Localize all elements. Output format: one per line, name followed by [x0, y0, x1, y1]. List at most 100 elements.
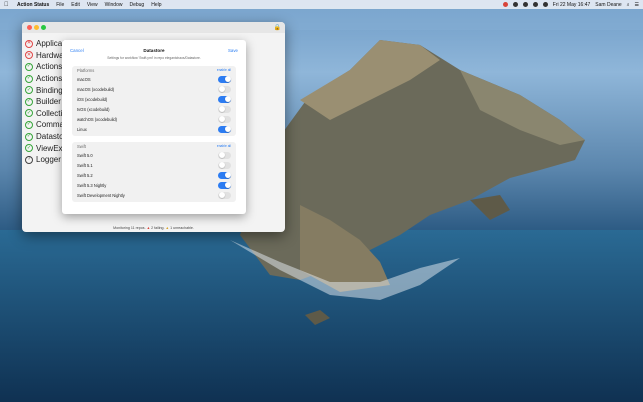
swift-option-toggle[interactable] — [218, 191, 231, 199]
menu-bar:  Action Status File Edit View Window De… — [0, 0, 643, 9]
toggle-knob — [218, 152, 225, 158]
platforms-option-row: macOS (xcodebuild) — [72, 84, 236, 94]
close-window-button[interactable] — [27, 25, 32, 30]
platforms-option-label: macOS (xcodebuild) — [77, 86, 115, 92]
lock-icon[interactable]: 🔒 — [274, 24, 281, 31]
swift-option-label: Swift 5.1 — [77, 162, 93, 168]
notification-center-icon[interactable]: ☰ — [635, 2, 639, 8]
passing-status-icon: ✓ — [25, 132, 33, 141]
swift-option-toggle[interactable] — [218, 161, 231, 169]
wifi-icon[interactable] — [532, 2, 538, 7]
menu-app-name[interactable]: Action Status — [17, 2, 49, 8]
footer-monitoring: Monitoring 11 repos. — [113, 226, 146, 230]
sheet-title: Datastore — [143, 48, 165, 53]
menu-edit[interactable]: Edit — [71, 2, 80, 8]
status-area: Fri 22 May 16:47 Sam Deane ⌕ ☰ — [502, 2, 639, 8]
swift-option-label: Swift 5.3 Nightly — [77, 182, 107, 188]
swift-enable-all-button[interactable]: enable all — [217, 144, 231, 148]
menu-help[interactable]: Help — [151, 2, 161, 8]
swift-group-header: Swift enable all — [72, 142, 236, 150]
swift-option-row: Swift 5.2 — [72, 170, 236, 180]
toggle-knob — [218, 162, 225, 168]
action-name: Applicat — [36, 39, 65, 49]
action-name: Logger — [36, 155, 61, 165]
menu-view[interactable]: View — [87, 2, 98, 8]
swift-option-row: Swift 5.3 Nightly — [72, 180, 236, 190]
platforms-option-row: tvOS (xcodebuild) — [72, 104, 236, 114]
swift-option-row: Swift 5.0 — [72, 150, 236, 160]
swift-options: Swift 5.0 Swift 5.1 Swift 5.2 Swift 5.3 Nig… — [72, 150, 236, 200]
menu-clock[interactable]: Fri 22 May 16:47 — [553, 2, 591, 8]
failing-status-icon: ✕ — [25, 39, 33, 48]
passing-status-icon: ✓ — [25, 74, 33, 83]
sheet-subtitle: Settings for workflow 'Swift.yml' in rep… — [107, 56, 201, 60]
platforms-option-row: macOS — [72, 74, 236, 84]
platforms-group-header: Platforms enable all — [72, 66, 236, 74]
swift-option-label: Swift 5.2 — [77, 172, 93, 178]
volume-icon[interactable] — [542, 2, 548, 7]
toggle-knob — [218, 116, 225, 122]
swift-option-label: Swift Development Nightly — [77, 192, 125, 198]
platforms-option-toggle[interactable] — [218, 85, 231, 93]
platforms-option-label: macOS — [77, 76, 91, 82]
menu-user[interactable]: Sam Deane — [595, 2, 621, 8]
platforms-option-toggle[interactable] — [218, 105, 231, 113]
swift-option-toggle[interactable] — [218, 151, 231, 159]
footer-failing: 2 failing. — [151, 226, 165, 230]
platforms-option-row: watchOS (xcodebuild) — [72, 114, 236, 124]
passing-status-icon: ✓ — [25, 144, 33, 153]
sheet-header: Cancel Datastore Save Settings for workf… — [62, 40, 246, 60]
dropbox-icon[interactable] — [522, 2, 528, 7]
swift-option-label: Swift 5.0 — [77, 152, 93, 158]
passing-status-icon: ✓ — [25, 97, 33, 106]
platforms-option-toggle[interactable] — [218, 75, 231, 83]
unreachable-icon: ▲ — [165, 226, 170, 230]
passing-status-icon: ✓ — [25, 86, 33, 95]
toggle-knob — [218, 192, 225, 198]
swift-option-toggle[interactable] — [218, 181, 231, 189]
status-footer: Monitoring 11 repos. ▲ 2 failing. ▲ 1 un… — [22, 226, 285, 230]
platforms-option-toggle[interactable] — [218, 125, 231, 133]
apple-menu-icon[interactable]:  — [4, 2, 10, 8]
platforms-option-label: tvOS (xcodebuild) — [77, 106, 110, 112]
minimize-window-button[interactable] — [34, 25, 39, 30]
settings-sheet: Cancel Datastore Save Settings for workf… — [62, 40, 246, 214]
zoom-window-button[interactable] — [41, 25, 46, 30]
swift-option-row: Swift 5.1 — [72, 160, 236, 170]
platforms-title: Platforms — [77, 68, 95, 73]
platforms-option-toggle[interactable] — [218, 95, 231, 103]
spotlight-icon[interactable]: ⌕ — [627, 2, 630, 8]
platforms-option-row: iOS (xcodebuild) — [72, 94, 236, 104]
platforms-option-label: watchOS (xcodebuild) — [77, 116, 118, 122]
menu-debug[interactable]: Debug — [129, 2, 144, 8]
platforms-option-label: iOS (xcodebuild) — [77, 96, 108, 102]
swift-option-row: Swift Development Nightly — [72, 190, 236, 200]
passing-status-icon: ✓ — [25, 62, 33, 71]
swift-group: Swift enable all Swift 5.0 Swift 5.1 Swift… — [72, 142, 236, 202]
menu-file[interactable]: File — [56, 2, 64, 8]
cloud-icon[interactable] — [512, 2, 518, 7]
toggle-knob — [224, 172, 231, 178]
passing-status-icon: ✓ — [25, 120, 33, 129]
failing-status-icon: ✕ — [25, 51, 33, 60]
platforms-enable-all-button[interactable]: enable all — [217, 68, 231, 72]
toggle-knob — [224, 76, 231, 82]
platforms-group: Platforms enable all macOS macOS (xcodebu… — [72, 66, 236, 136]
toggle-knob — [224, 126, 231, 132]
footer-unreachable: 1 unreachable. — [170, 226, 194, 230]
action-name: Actions — [36, 62, 63, 72]
action-status-icon[interactable] — [502, 2, 508, 7]
toggle-knob — [218, 86, 225, 92]
toggle-knob — [218, 106, 225, 112]
toggle-knob — [224, 96, 231, 102]
passing-status-icon: ✓ — [25, 109, 33, 118]
save-button[interactable]: Save — [228, 48, 238, 53]
platforms-option-toggle[interactable] — [218, 115, 231, 123]
toggle-knob — [224, 182, 231, 188]
swift-title: Swift — [77, 144, 86, 149]
platforms-option-label: Linux — [77, 126, 87, 132]
platforms-options: macOS macOS (xcodebuild) iOS (xcodebuild) t… — [72, 74, 236, 134]
window-titlebar[interactable]: 🔒 — [22, 22, 285, 33]
menu-window[interactable]: Window — [105, 2, 123, 8]
swift-option-toggle[interactable] — [218, 171, 231, 179]
